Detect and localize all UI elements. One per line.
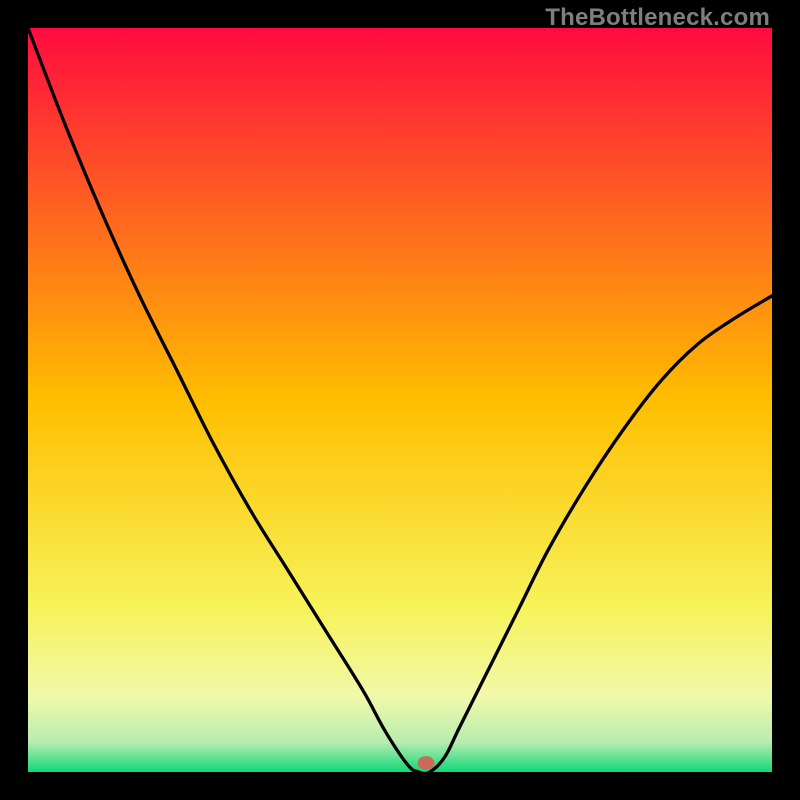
plot-area [28,28,772,772]
chart-svg [28,28,772,772]
chart-frame: TheBottleneck.com [0,0,800,800]
gradient-background [28,28,772,772]
marker-dot [418,756,435,770]
